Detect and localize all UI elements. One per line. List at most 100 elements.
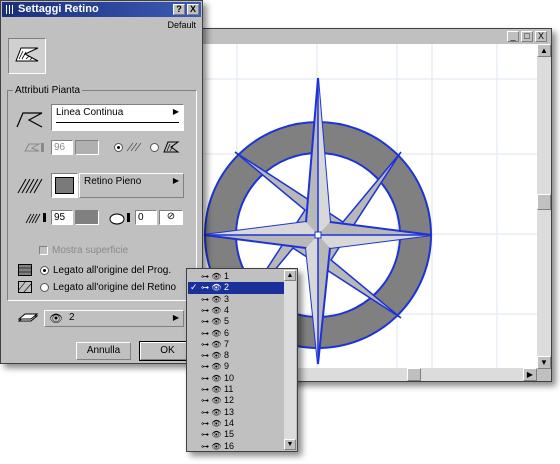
cancel-button[interactable]: Annulla	[76, 342, 131, 360]
fill-pen-field[interactable]: 95	[51, 210, 73, 225]
center-handle[interactable]	[314, 231, 322, 239]
fill-pen-swatch[interactable]	[75, 210, 99, 225]
layer-item-label: 4	[224, 304, 230, 315]
layer-item[interactable]: ⊶ 👁 7	[188, 339, 284, 350]
layer-selector[interactable]: 👁 2 ▶	[44, 310, 184, 327]
lock-eye-icon: ⊶ 👁	[201, 351, 222, 361]
minimize-button[interactable]: _	[507, 31, 519, 42]
vertical-scroll-thumb[interactable]	[537, 194, 551, 210]
popup-arrow-icon: ▶	[172, 107, 179, 116]
pen-field[interactable]: 96	[51, 140, 73, 155]
help-button[interactable]: ?	[173, 4, 185, 15]
eye-icon: 👁	[49, 313, 63, 325]
radio-hatch-2[interactable]	[150, 143, 159, 152]
layer-item[interactable]: ⊶ 👁 3	[188, 294, 284, 305]
layer-item[interactable]: ⊶ 👁 15	[188, 429, 284, 440]
lock-eye-icon: ⊶ 👁	[201, 373, 222, 383]
layer-item[interactable]: ⊶ 👁 13	[188, 407, 284, 418]
fill-tool-button[interactable]	[8, 38, 46, 74]
lock-eye-icon: ⊶ 👁	[201, 272, 222, 281]
fill-pen-icon	[25, 213, 46, 224]
lock-eye-icon: ⊶ 👁	[201, 362, 222, 372]
popup-arrow-icon: ▶	[172, 176, 179, 185]
star-highlight	[318, 78, 330, 235]
fill-tool-icon	[15, 47, 39, 62]
project-origin-icon	[18, 264, 32, 276]
grip-icon	[6, 5, 14, 14]
lock-eye-icon: ⊶ 👁	[201, 407, 222, 417]
layer-item-label: 16	[224, 440, 235, 451]
fill-type-selector[interactable]: Retino Pieno ▶	[79, 173, 184, 198]
origin-fill-label: Legato all'origine del Retino	[53, 282, 177, 293]
lock-eye-icon: ⊶ 👁	[201, 441, 222, 451]
lock-eye-icon: ⊶ 👁	[201, 385, 222, 394]
origin-project-label: Legato all'origine del Prog.	[53, 265, 172, 276]
layer-item[interactable]: ⊶ 👁 14	[188, 418, 284, 429]
check-icon: ✓	[190, 282, 198, 293]
vertical-scrollbar[interactable]: ▲ ▼	[537, 44, 551, 369]
lock-eye-icon: ⊶ 👁	[201, 283, 222, 293]
transparent-swatch[interactable]: ⊘	[159, 210, 183, 225]
layer-item-label: 14	[224, 417, 235, 428]
scroll-down-arrow[interactable]: ▼	[537, 356, 551, 369]
radio-hatch-1[interactable]	[114, 143, 123, 152]
layer-item-label: 12	[224, 395, 235, 406]
radio-origin-fill[interactable]	[40, 283, 49, 292]
scroll-down-arrow[interactable]: ▼	[284, 439, 296, 450]
lock-eye-icon: ⊶ 👁	[201, 430, 222, 440]
lock-eye-icon: ⊶ 👁	[201, 305, 222, 315]
layer-item[interactable]: ⊶ 👁 11	[188, 384, 284, 395]
line-type-icon	[16, 112, 43, 128]
layer-item[interactable]: ⊶ 👁 5	[188, 316, 284, 327]
layer-popup-list[interactable]: ⊶ 👁 1 ✓ ⊶ 👁 2 ⊶ 👁 3 ⊶ 👁 4 ⊶ 👁 5 ⊶ 👁 6 ⊶ 👁 7 ⊶ 👁 8 ⊶ 👁 9 ⊶ 👁…	[186, 268, 298, 452]
layer-item-label: 3	[224, 293, 230, 304]
settings-dialog: Settaggi Retino ? X Default Attributi Pi…	[0, 0, 203, 364]
bg-pen-field[interactable]: 0	[135, 210, 157, 225]
layer-item[interactable]: ⊶ 👁 4	[188, 305, 284, 316]
layer-item[interactable]: ⊶ 👁 10	[188, 373, 284, 384]
section-label: Attributi Pianta	[13, 85, 83, 96]
layers-icon	[17, 313, 39, 322]
layer-item[interactable]: ⊶ 👁 16	[188, 441, 284, 452]
radio-origin-project[interactable]	[40, 266, 49, 275]
fill-type-value: Retino Pieno	[84, 176, 142, 187]
layer-item[interactable]: ⊶ 👁 1	[188, 271, 284, 282]
layer-item[interactable]: ⊶ 👁 8	[188, 350, 284, 361]
dialog-title: Settaggi Retino	[18, 3, 99, 15]
layer-item-label: 11	[224, 384, 234, 394]
layer-item-label: 9	[224, 361, 230, 372]
lock-eye-icon: ⊶ 👁	[201, 317, 222, 327]
drawing-titlebar[interactable]: _ □ X	[197, 29, 551, 43]
dialog-titlebar[interactable]: Settaggi Retino ? X	[2, 2, 201, 17]
show-area-label: Mostra superficie	[52, 245, 129, 256]
lock-eye-icon: ⊶ 👁	[201, 328, 222, 338]
show-area-checkbox[interactable]	[39, 246, 48, 255]
layer-item-label: 6	[224, 327, 230, 338]
fill-hatch-icon	[163, 141, 180, 153]
lock-eye-icon: ⊶ 👁	[201, 418, 222, 428]
pen-color-swatch[interactable]	[75, 140, 99, 155]
layer-item[interactable]: ⊶ 👁 12	[188, 395, 284, 406]
hatch-icon	[126, 142, 142, 152]
fill-preview	[51, 173, 78, 198]
layer-item[interactable]: ✓ ⊶ 👁 2	[188, 282, 284, 294]
layer-item-label: 10	[224, 372, 235, 383]
popup-arrow-icon: ▶	[172, 313, 179, 322]
horizontal-scroll-thumb[interactable]	[407, 368, 421, 381]
default-label: Default	[167, 20, 196, 30]
layer-item-label: 2	[224, 282, 230, 293]
layer-item[interactable]: ⊶ 👁 9	[188, 361, 284, 372]
fill-origin-icon	[18, 281, 32, 293]
scroll-right-arrow[interactable]: ▶	[523, 368, 537, 381]
layer-item-label: 1	[224, 271, 230, 281]
scroll-up-arrow[interactable]: ▲	[537, 44, 551, 57]
scroll-up-arrow[interactable]: ▲	[284, 270, 296, 281]
close-button[interactable]: X	[187, 4, 199, 15]
pen-icon	[24, 143, 44, 152]
layer-list-scrollbar[interactable]: ▲ ▼	[284, 270, 296, 450]
maximize-button[interactable]: □	[521, 31, 533, 42]
layer-item[interactable]: ⊶ 👁 6	[188, 328, 284, 339]
close-window-button[interactable]: X	[535, 31, 547, 42]
layer-item-label: 13	[224, 406, 235, 417]
line-type-selector[interactable]: Linea Continua ▶	[51, 104, 184, 131]
